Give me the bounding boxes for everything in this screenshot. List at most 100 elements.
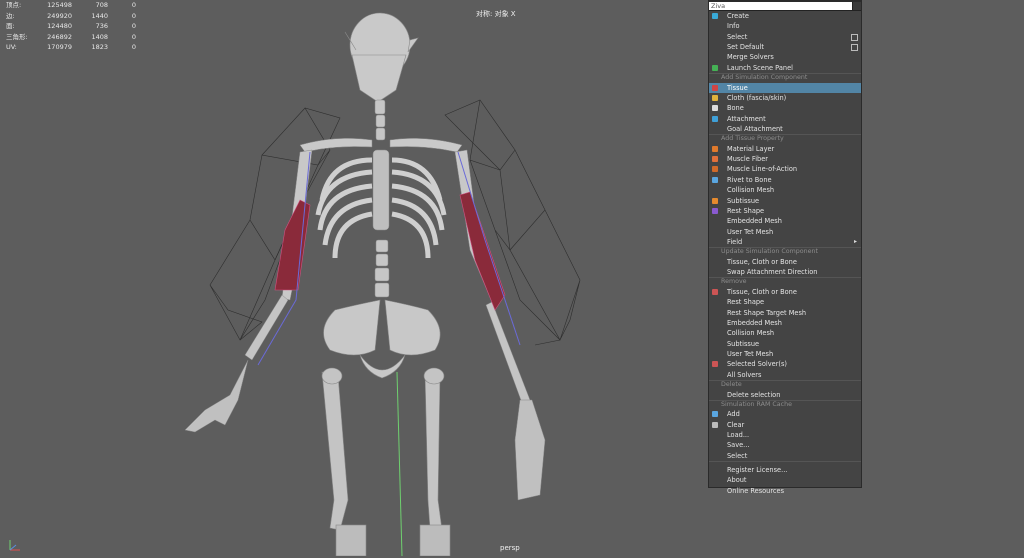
remove-icon [712, 288, 718, 295]
menu-item[interactable]: Online Resources [709, 486, 861, 496]
menu-item-label: Launch Scene Panel [727, 63, 793, 72]
menu-item[interactable]: Rest Shape Target Mesh [709, 308, 861, 318]
submenu-arrow-icon: ▸ [853, 237, 857, 245]
bone-icon [712, 105, 718, 112]
menu-item[interactable]: Collision Mesh [709, 328, 861, 338]
search-clear-button[interactable] [852, 1, 861, 10]
menu-section-header: Simulation RAM Cache [709, 399, 861, 410]
sternum [372, 149, 390, 231]
3d-viewport[interactable]: 顶点: 125498 708 0 边: 249920 1440 0 面: 124480 736 0… [0, 0, 1024, 557]
menu-item-label: Rest Shape [727, 298, 765, 307]
menu-item[interactable]: User Tet Mesh [709, 227, 861, 237]
menu-item[interactable]: Bone [709, 103, 861, 113]
tissue-icon [712, 84, 718, 91]
legs [321, 367, 451, 557]
menu-item[interactable]: Embedded Mesh [709, 318, 861, 328]
menu-item[interactable]: Subtissue [709, 196, 861, 206]
menu-item-label: Subtissue [727, 339, 760, 348]
menu-item[interactable]: Select [709, 451, 861, 461]
menu-item[interactable]: Rest Shape [709, 297, 861, 307]
menu-item-label: Merge Solvers [727, 53, 774, 62]
option-box-icon[interactable] [851, 44, 858, 52]
menu-item-label: Rest Shape Target Mesh [727, 308, 807, 317]
pelvis [323, 299, 441, 379]
cache-clear-icon [712, 421, 718, 428]
menu-section-header: Update Simulation Component [709, 247, 861, 257]
menu-item-label: Tissue [727, 83, 748, 92]
menu-item[interactable]: Merge Solvers [709, 52, 861, 62]
menu-item[interactable]: Register License... [709, 465, 861, 475]
menu-item-label: Attachment [727, 114, 766, 123]
menu-item-label: Rivet to Bone [727, 175, 772, 184]
menu-item[interactable]: User Tet Mesh [709, 349, 861, 359]
menu-item-label: Selected Solver(s) [727, 360, 787, 369]
menu-item[interactable]: Rest Shape [709, 206, 861, 216]
menu-item[interactable]: Field ▸ [709, 237, 861, 247]
menu-item-label: Tissue, Cloth or Bone [727, 287, 797, 296]
menu-item-label: Swap Attachment Direction [727, 268, 818, 277]
cache-add-icon [712, 411, 718, 418]
right-arm [454, 149, 546, 501]
skull [344, 12, 419, 103]
menu-item-label: Field [727, 237, 743, 246]
ziva-logo-icon [712, 13, 718, 19]
hud-row: 边: 249920 1440 0 [6, 11, 136, 20]
menu-item-label: Goal Attachment [727, 124, 783, 133]
menu-item[interactable]: Add [709, 409, 861, 419]
menu-item[interactable]: Embedded Mesh [709, 216, 861, 226]
menu-item[interactable]: Tissue, Cloth or Bone [709, 257, 861, 267]
menu-item-label: Cloth (fascia/skin) [727, 93, 787, 102]
menu-item-label: Info [727, 22, 740, 31]
menu-item[interactable]: Load... [709, 430, 861, 440]
menu-item[interactable]: Muscle Fiber [709, 154, 861, 164]
menu-item-label: Delete selection [727, 390, 781, 399]
menu-section-header: Add Tissue Property [709, 134, 861, 144]
menu-item-label: Online Resources [727, 486, 785, 495]
menu-item[interactable]: Select [709, 32, 861, 42]
menu-item-label: Save... [727, 441, 750, 450]
menu-item[interactable]: Info [709, 21, 861, 31]
menu-item[interactable]: Selected Solver(s) [709, 359, 861, 369]
menu-item[interactable]: All Solvers [709, 370, 861, 380]
menu-item[interactable]: Clear [709, 420, 861, 430]
menu-item[interactable]: Launch Scene Panel [709, 63, 861, 73]
menu-item[interactable]: Collision Mesh [709, 185, 861, 195]
menu-item[interactable]: Cloth (fascia/skin) [709, 93, 861, 103]
menu-item-label: Material Layer [727, 144, 775, 153]
menu-item-label: Clear [727, 420, 745, 429]
menu-item-label: Embedded Mesh [727, 318, 782, 327]
menu-item[interactable]: Set Default [709, 42, 861, 52]
menu-item[interactable]: Tissue, Cloth or Bone [709, 287, 861, 297]
menu-item[interactable]: Muscle Line-of-Action [709, 164, 861, 174]
menu-item-label: Bone [727, 104, 744, 113]
menu-item-label: User Tet Mesh [727, 227, 774, 236]
menu-item[interactable]: Create [709, 11, 861, 21]
fiber-icon [712, 156, 718, 163]
menu-item[interactable]: About [709, 475, 861, 485]
menu-item[interactable]: Rivet to Bone [709, 175, 861, 185]
axis-gizmo-icon [9, 540, 20, 551]
attachment-icon [712, 115, 718, 122]
menu-item-label: All Solvers [727, 370, 762, 379]
menu-item[interactable]: Swap Attachment Direction [709, 267, 861, 277]
menu-section-header: Remove [709, 277, 861, 287]
option-box-icon[interactable] [851, 33, 858, 41]
hud-row: 顶点: 125498 708 0 [6, 1, 136, 9]
menu-item-label: Set Default [727, 43, 765, 52]
menu-item[interactable]: Save... [709, 440, 861, 450]
menu-item-label: Select [727, 451, 748, 460]
ziva-menu: Ziva Create Info Select Set Default Merge Sol… [708, 0, 862, 495]
y-axis-line [396, 371, 403, 557]
menu-search-input[interactable]: Ziva [709, 1, 852, 10]
menu-item-label: Load... [727, 431, 750, 440]
menu-item[interactable]: Subtissue [709, 339, 861, 349]
menu-item[interactable]: Attachment [709, 114, 861, 124]
menu-item[interactable]: Goal Attachment [709, 124, 861, 134]
menu-section-header: Delete [709, 380, 861, 390]
menu-item[interactable]: Material Layer [709, 144, 861, 154]
hud-row: UV: 170979 1823 0 [6, 43, 136, 51]
left-arm [184, 149, 313, 433]
hud-row: 面: 124480 736 0 [6, 22, 136, 30]
menu-item[interactable]: Tissue [709, 82, 861, 93]
menu-item[interactable]: Delete selection [709, 390, 861, 400]
